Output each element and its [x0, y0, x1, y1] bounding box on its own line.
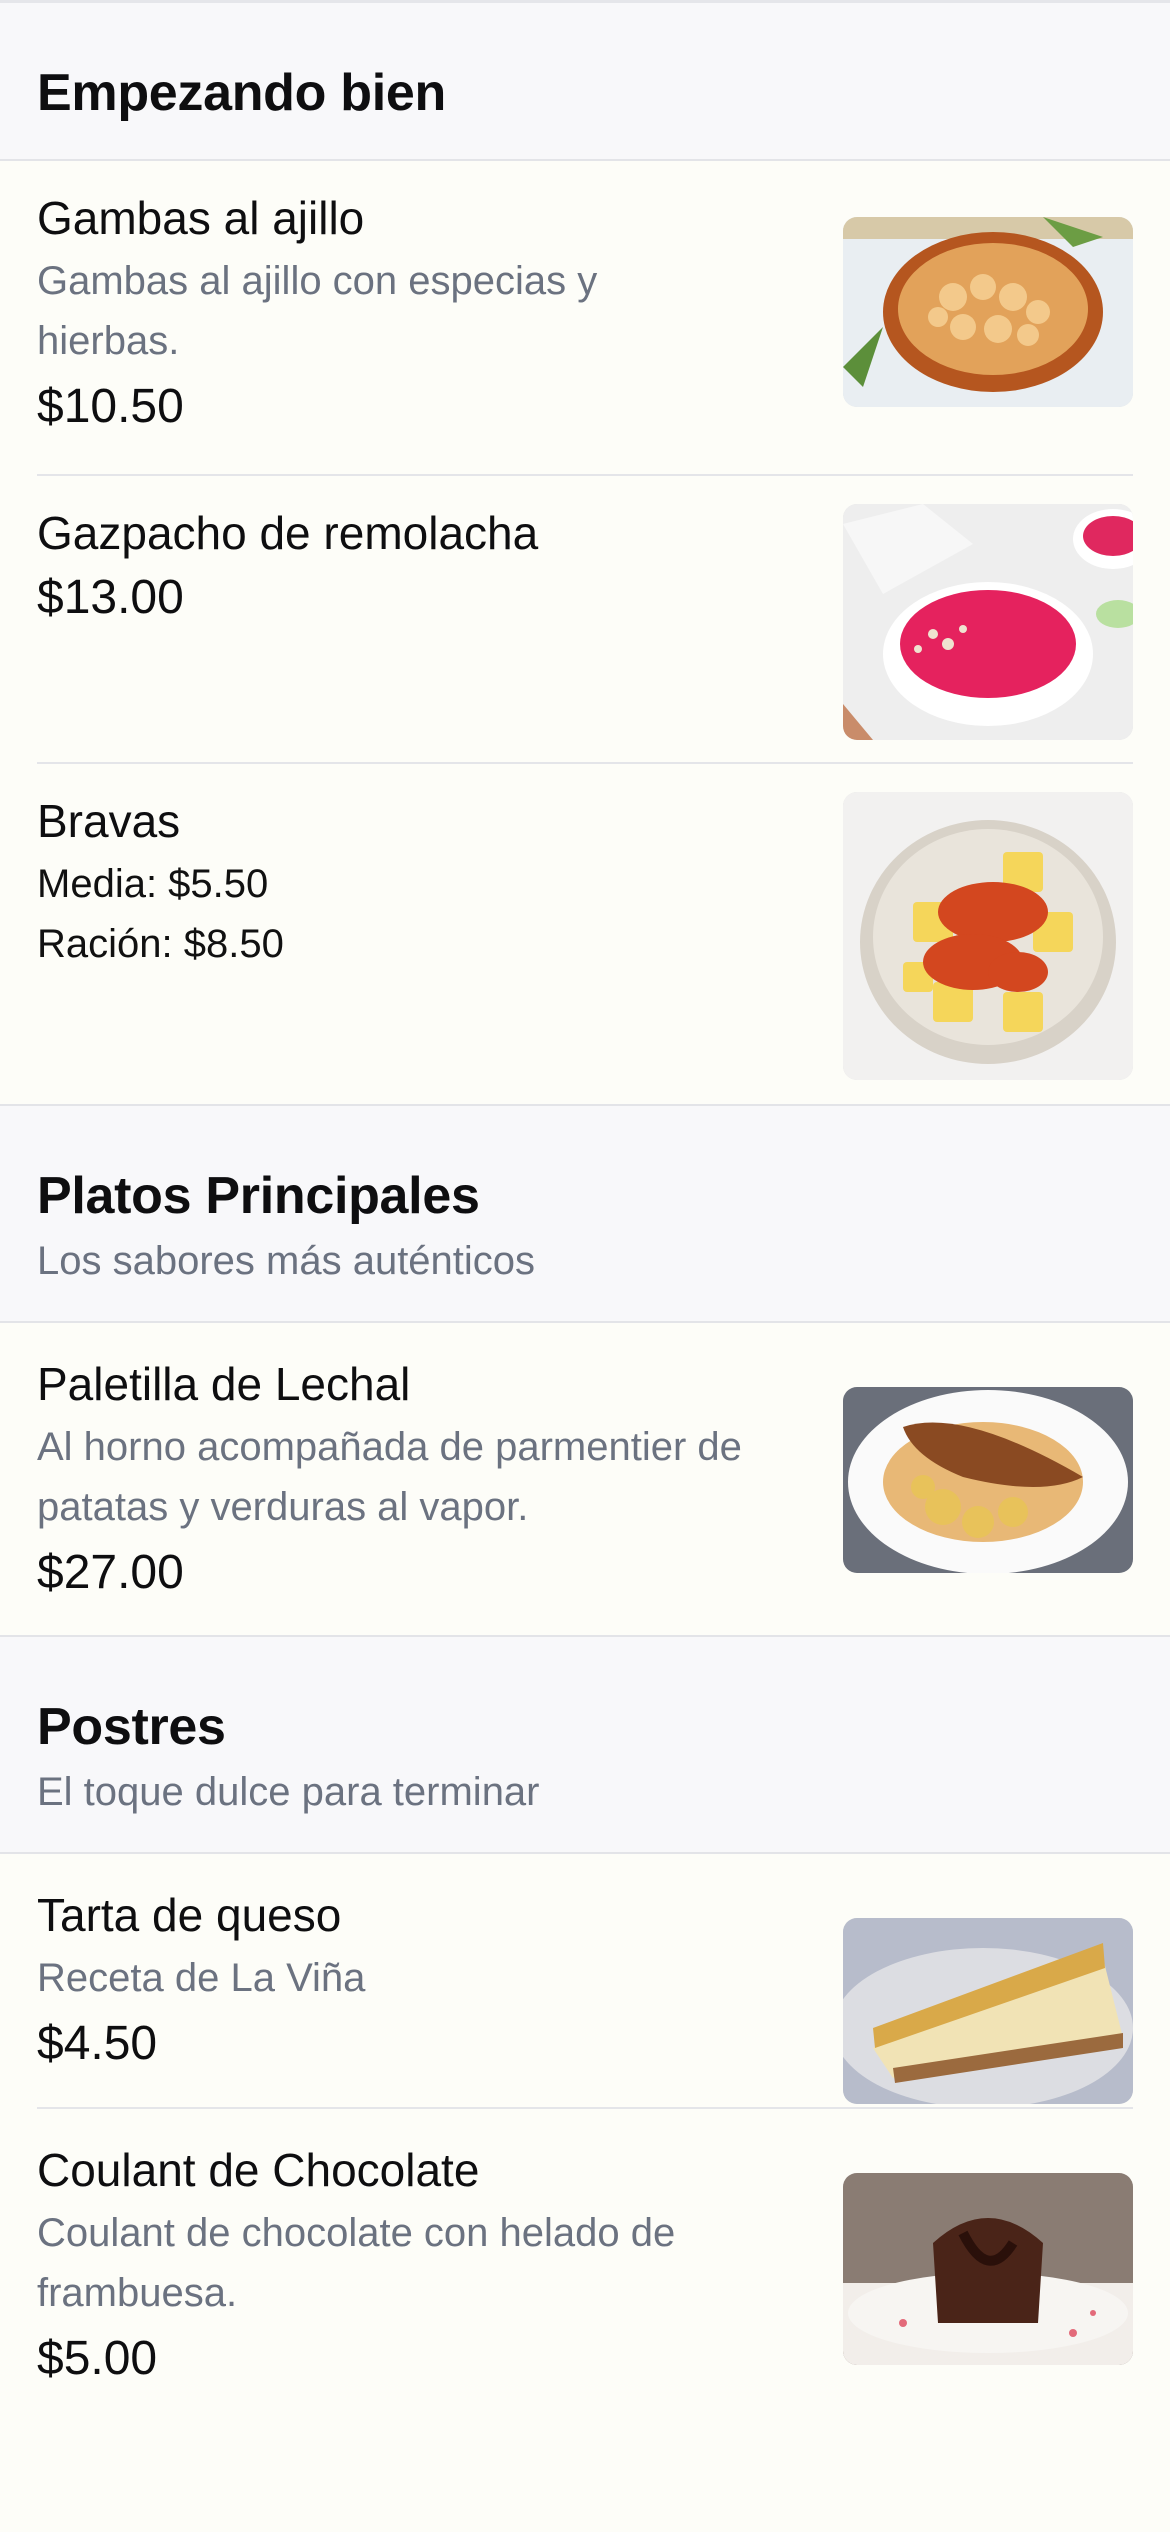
item-text: Tarta de queso Receta de La Viña $4.50 [37, 1886, 843, 2074]
item-price: $4.50 [37, 2017, 158, 2070]
item-text: Coulant de Chocolate Coulant de chocolat… [37, 2141, 843, 2389]
item-price: $5.00 [37, 2332, 158, 2385]
menu-item-gambas[interactable]: Gambas al ajillo Gambas al ajillo con es… [37, 161, 1133, 476]
item-description: Coulant de chocolate con helado de framb… [37, 2211, 676, 2315]
section-items-principales: Paletilla de Lechal Al horno acompañada … [0, 1323, 1170, 1635]
variant-media: Media: $5.50 [37, 862, 269, 906]
section-header-principales: Platos Principales Los sabores más autén… [0, 1104, 1170, 1323]
menu-item-bravas[interactable]: Bravas Media: $5.50 Ración: $8.50 [37, 764, 1133, 1104]
item-price: $27.00 [37, 1546, 184, 1599]
section-items-empezando: Gambas al ajillo Gambas al ajillo con es… [0, 161, 1170, 1104]
item-name: Coulant de Chocolate [37, 2144, 480, 2196]
section-subtitle: Los sabores más auténticos [37, 1239, 536, 1283]
item-text: Paletilla de Lechal Al horno acompañada … [37, 1355, 843, 1603]
item-description: Gambas al ajillo con especias y hierbas. [37, 259, 598, 363]
item-name: Bravas [37, 795, 181, 847]
section-header-postres: Postres El toque dulce para terminar [0, 1635, 1170, 1854]
gazpacho-photo [843, 504, 1133, 740]
section-subtitle: El toque dulce para terminar [37, 1770, 540, 1814]
item-name: Tarta de queso [37, 1889, 342, 1941]
section-header-empezando: Empezando bien [0, 3, 1170, 161]
item-description: Receta de La Viña [37, 1956, 366, 2000]
tarta-photo [843, 1918, 1133, 2104]
menu-item-gazpacho[interactable]: Gazpacho de remolacha $13.00 [37, 476, 1133, 764]
item-text: Bravas Media: $5.50 Ración: $8.50 [37, 792, 843, 974]
item-name: Gazpacho de remolacha [37, 507, 539, 559]
section-title: Postres [37, 1698, 226, 1756]
coulant-photo [843, 2173, 1133, 2365]
variant-racion: Ración: $8.50 [37, 922, 284, 966]
menu-item-paletilla[interactable]: Paletilla de Lechal Al horno acompañada … [37, 1323, 1133, 1635]
menu-item-coulant[interactable]: Coulant de Chocolate Coulant de chocolat… [37, 2109, 1133, 2409]
paletilla-photo [843, 1387, 1133, 1573]
item-price: $13.00 [37, 571, 184, 624]
gambas-photo [843, 217, 1133, 407]
section-items-postres: Tarta de queso Receta de La Viña $4.50 C… [0, 1854, 1170, 2409]
bravas-photo [843, 792, 1133, 1080]
item-description: Al horno acompañada de parmentier de pat… [37, 1425, 742, 1529]
item-text: Gazpacho de remolacha $13.00 [37, 504, 843, 628]
menu-item-tarta[interactable]: Tarta de queso Receta de La Viña $4.50 [37, 1854, 1133, 2109]
item-name: Paletilla de Lechal [37, 1358, 411, 1410]
section-title: Empezando bien [37, 64, 446, 122]
section-title: Platos Principales [37, 1167, 480, 1225]
item-price: $10.50 [37, 380, 184, 433]
item-name: Gambas al ajillo [37, 192, 365, 244]
item-text: Gambas al ajillo Gambas al ajillo con es… [37, 189, 843, 437]
